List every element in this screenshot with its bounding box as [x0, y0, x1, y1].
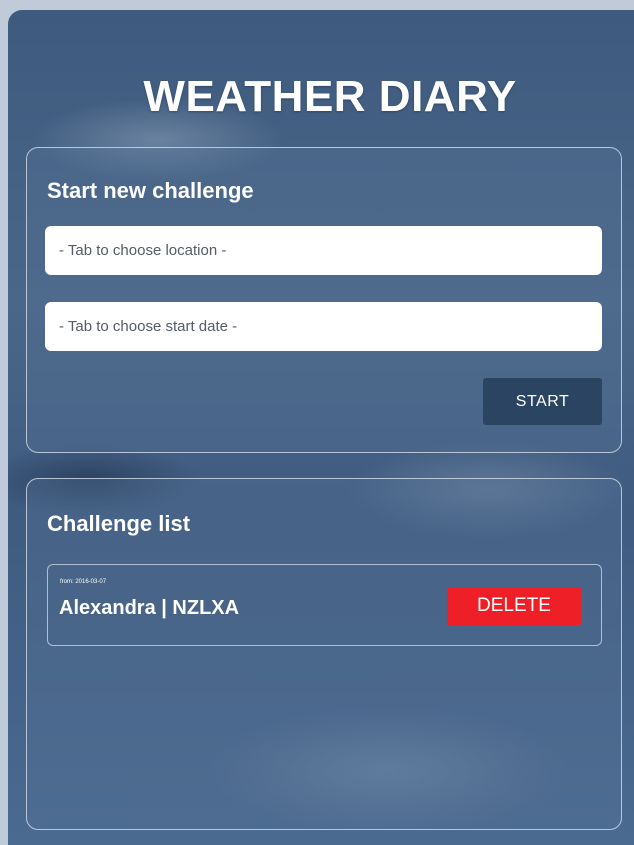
- new-challenge-card: Start new challenge - Tab to choose loca…: [26, 147, 622, 453]
- app-window: WEATHER DIARY Start new challenge - Tab …: [8, 10, 634, 845]
- start-date-field[interactable]: - Tab to choose start date -: [45, 302, 602, 351]
- challenge-list-item[interactable]: from: 2016-03-07 Alexandra | NZLXA DELET…: [47, 564, 602, 646]
- delete-button[interactable]: DELETE: [447, 587, 581, 625]
- location-placeholder: - Tab to choose location -: [59, 242, 227, 259]
- challenge-list-heading: Challenge list: [47, 511, 191, 536]
- location-field[interactable]: - Tab to choose location -: [45, 226, 602, 275]
- start-date-placeholder: - Tab to choose start date -: [59, 318, 238, 335]
- challenge-list-card: Challenge list from: 2016-03-07 Alexandr…: [26, 478, 622, 830]
- start-button[interactable]: START: [483, 378, 602, 425]
- challenge-title: Alexandra | NZLXA: [59, 597, 240, 619]
- page-title: WEATHER DIARY: [143, 72, 517, 121]
- new-challenge-heading: Start new challenge: [47, 178, 254, 203]
- challenge-start-date: from: 2016-03-07: [60, 579, 107, 585]
